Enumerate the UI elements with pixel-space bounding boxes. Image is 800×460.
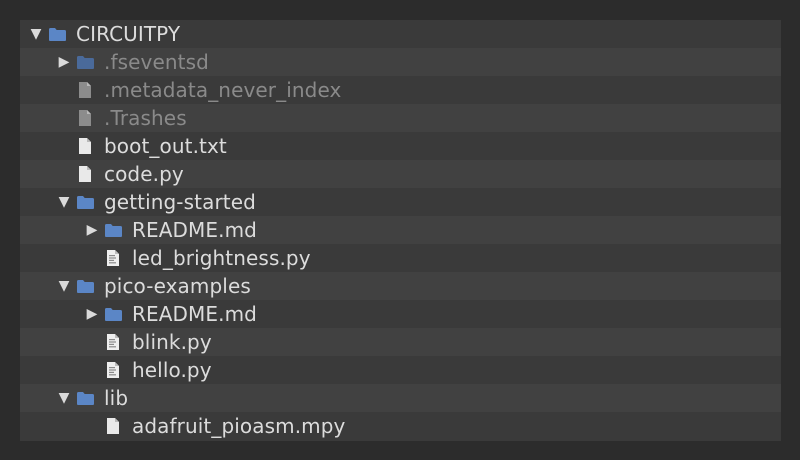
folder-icon bbox=[103, 300, 123, 328]
tree-item-label: code.py bbox=[104, 162, 184, 186]
tree-item-label: led_brightness.py bbox=[132, 246, 311, 270]
caret-down-icon[interactable]: ▼ bbox=[56, 384, 72, 412]
tree-item-label: README.md bbox=[132, 302, 257, 326]
caret-right-icon[interactable]: ▶ bbox=[84, 216, 100, 244]
tree-folder-row[interactable]: ▶ .fseventsd bbox=[20, 48, 781, 76]
folder-icon bbox=[75, 272, 95, 300]
tree-item-label: README.md bbox=[132, 218, 257, 242]
script-file-icon bbox=[103, 244, 123, 272]
tree-file-row[interactable]: .Trashes bbox=[20, 104, 781, 132]
tree-file-row[interactable]: code.py bbox=[20, 160, 781, 188]
folder-icon bbox=[75, 188, 95, 216]
tree-item-label: boot_out.txt bbox=[104, 134, 227, 158]
caret-down-icon[interactable]: ▼ bbox=[28, 20, 44, 48]
file-icon bbox=[75, 104, 95, 132]
file-icon bbox=[103, 412, 123, 440]
tree-item-label: .metadata_never_index bbox=[104, 78, 342, 102]
tree-folder-row[interactable]: ▼ CIRCUITPY bbox=[20, 20, 781, 48]
tree-folder-row[interactable]: ▼ getting-started bbox=[20, 188, 781, 216]
file-icon bbox=[75, 132, 95, 160]
tree-item-label: CIRCUITPY bbox=[76, 22, 181, 46]
tree-item-label: .fseventsd bbox=[104, 50, 209, 74]
tree-file-row[interactable]: blink.py bbox=[20, 328, 781, 356]
folder-icon bbox=[103, 216, 123, 244]
caret-down-icon[interactable]: ▼ bbox=[56, 188, 72, 216]
tree-item-label: .Trashes bbox=[104, 106, 187, 130]
script-file-icon bbox=[103, 328, 123, 356]
tree-file-row[interactable]: .metadata_never_index bbox=[20, 76, 781, 104]
tree-folder-row[interactable]: ▶ README.md bbox=[20, 216, 781, 244]
tree-file-row[interactable]: led_brightness.py bbox=[20, 244, 781, 272]
tree-folder-row[interactable]: ▼ lib bbox=[20, 384, 781, 412]
tree-item-label: lib bbox=[104, 386, 129, 410]
caret-right-icon[interactable]: ▶ bbox=[84, 300, 100, 328]
tree-folder-row[interactable]: ▶ README.md bbox=[20, 300, 781, 328]
tree-item-label: hello.py bbox=[132, 358, 212, 382]
tree-file-row[interactable]: hello.py bbox=[20, 356, 781, 384]
file-icon bbox=[75, 160, 95, 188]
folder-icon bbox=[75, 48, 95, 76]
tree-item-label: blink.py bbox=[132, 330, 212, 354]
file-icon bbox=[75, 76, 95, 104]
tree-file-row[interactable]: boot_out.txt bbox=[20, 132, 781, 160]
file-tree: ▼ CIRCUITPY ▶ .fseventsd .metadata_never_ind… bbox=[20, 20, 781, 441]
tree-item-label: adafruit_pioasm.mpy bbox=[132, 414, 346, 438]
tree-item-label: pico-examples bbox=[104, 274, 251, 298]
tree-file-row[interactable]: adafruit_pioasm.mpy bbox=[20, 412, 781, 440]
script-file-icon bbox=[103, 356, 123, 384]
caret-right-icon[interactable]: ▶ bbox=[56, 48, 72, 76]
caret-down-icon[interactable]: ▼ bbox=[56, 272, 72, 300]
tree-item-label: getting-started bbox=[104, 190, 256, 214]
folder-icon bbox=[75, 384, 95, 412]
tree-folder-row[interactable]: ▼ pico-examples bbox=[20, 272, 781, 300]
folder-icon bbox=[47, 20, 67, 48]
